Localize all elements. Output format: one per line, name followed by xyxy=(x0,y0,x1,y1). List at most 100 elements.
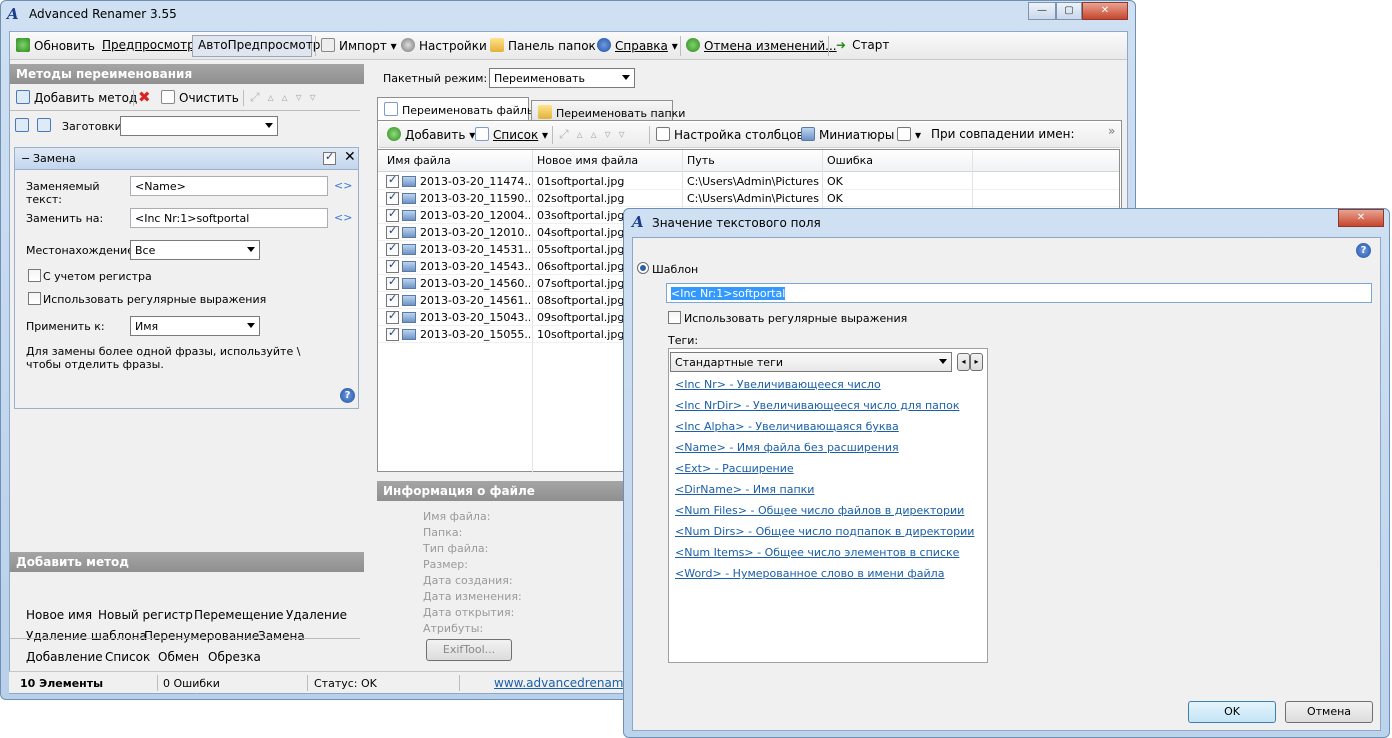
tag-link[interactable]: <Inc Alpha> - Увеличивающаяся буква xyxy=(675,420,899,433)
replace-method-header[interactable]: − Замена ✕ xyxy=(15,148,358,170)
import-menu[interactable]: Импорт ▾ xyxy=(321,38,397,53)
refresh-button[interactable]: Обновить xyxy=(16,38,95,53)
row-checkbox[interactable] xyxy=(386,190,399,205)
ok-button[interactable]: OK xyxy=(1188,701,1276,723)
tag-link[interactable]: <Num Items> - Общее число элементов в сп… xyxy=(675,546,959,559)
help-icon[interactable]: ? xyxy=(1356,243,1371,258)
apply-to-select[interactable]: Имя xyxy=(130,316,260,336)
tag-link[interactable]: <Ext> - Расширение xyxy=(675,462,794,475)
presets-select[interactable] xyxy=(120,116,278,136)
row-checkbox[interactable] xyxy=(386,292,399,307)
folders-panel-button[interactable]: Панель папок xyxy=(490,38,596,53)
tag-link[interactable]: <Inc NrDir> - Увеличивающееся число для … xyxy=(675,399,959,412)
file-icon xyxy=(384,102,398,116)
minimize-button[interactable]: — xyxy=(1028,2,1056,20)
load-preset-icon[interactable] xyxy=(15,118,29,132)
list-menu[interactable]: Список ▾ xyxy=(475,127,548,142)
add-method-item[interactable]: Удаление шаблона xyxy=(26,629,147,643)
row-checkbox[interactable] xyxy=(386,309,399,324)
add-method-item[interactable]: Перенумерование xyxy=(144,629,259,643)
dialog-regex-checkbox[interactable] xyxy=(668,311,681,324)
tags-prev-button[interactable]: ◂ xyxy=(957,353,970,371)
tag-link[interactable]: <Name> - Имя файла без расширения xyxy=(675,441,899,454)
columns-settings-button[interactable]: Настройка столбцов xyxy=(656,127,804,142)
exiftool-button[interactable]: ExifTool... xyxy=(426,639,512,661)
row-checkbox[interactable] xyxy=(386,258,399,273)
row-checkbox[interactable] xyxy=(386,326,399,341)
tab-rename-files[interactable]: Переименовать файлы xyxy=(377,97,536,121)
delete-method-icon[interactable]: ✖ xyxy=(138,88,151,106)
dialog-close-button[interactable]: ✕ xyxy=(1338,209,1384,227)
tag-link[interactable]: <Num Dirs> - Общее число подпапок в дире… xyxy=(675,525,974,538)
undo-button[interactable]: Отмена изменений... xyxy=(686,38,837,53)
tab-rename-folders[interactable]: Переименовать папки xyxy=(531,100,685,122)
row-checkbox[interactable] xyxy=(386,224,399,239)
cancel-button[interactable]: Отмена xyxy=(1285,701,1373,723)
help-menu[interactable]: Справка ▾ xyxy=(597,38,678,53)
overflow-icon[interactable]: » xyxy=(1108,124,1115,138)
autopreview-toggle[interactable]: АвтоПредпросмотр xyxy=(192,35,320,57)
tag-link[interactable]: <DirName> - Имя папки xyxy=(675,483,814,496)
collapse-icon[interactable]: − xyxy=(21,152,30,165)
table-row[interactable]: 2013-03-20_11474... 01softportal.jpg C:\Us… xyxy=(378,173,1119,190)
undo-icon xyxy=(686,38,700,52)
tag-link[interactable]: <Inc Nr> - Увеличивающееся число xyxy=(675,378,881,391)
add-method-button[interactable]: Добавить метод xyxy=(16,90,137,105)
replace-text-input[interactable]: <Name> xyxy=(130,176,328,196)
add-method-item[interactable]: Новый регистр xyxy=(98,608,193,622)
add-method-item[interactable]: Обмен xyxy=(158,650,199,664)
add-method-icon xyxy=(16,90,30,104)
file-info-label: Дата создания: xyxy=(423,574,513,587)
save-preset-icon[interactable] xyxy=(37,118,51,132)
row-checkbox[interactable] xyxy=(386,173,399,188)
row-checkbox[interactable] xyxy=(386,241,399,256)
tag-link[interactable]: <Word> - Нумерованное слово в имени файл… xyxy=(675,567,944,580)
view-icon xyxy=(897,127,911,141)
expand-field-icon[interactable]: <> xyxy=(334,211,352,224)
template-radio[interactable] xyxy=(637,262,649,274)
add-files-menu[interactable]: Добавить ▾ xyxy=(387,127,475,142)
add-method-item[interactable]: Список xyxy=(105,650,150,664)
column-file-name[interactable]: Имя файла xyxy=(387,154,451,167)
thumbnails-button[interactable]: Миниатюры xyxy=(801,127,894,142)
maximize-button[interactable]: ▢ xyxy=(1056,2,1082,20)
row-checkbox[interactable] xyxy=(386,207,399,222)
case-sensitive-checkbox[interactable] xyxy=(28,269,41,282)
start-button[interactable]: ➜ Старт xyxy=(836,38,889,52)
tag-link[interactable]: <Num Files> - Общее число файлов в дирек… xyxy=(675,504,964,517)
batch-mode-select[interactable]: Переименовать xyxy=(489,68,635,88)
settings-button[interactable]: Настройки xyxy=(401,38,487,53)
remove-method-icon[interactable]: ✕ xyxy=(344,149,356,165)
expand-field-icon[interactable]: <> xyxy=(334,179,352,192)
method-enabled-checkbox[interactable] xyxy=(323,150,336,165)
add-method-item[interactable]: Удаление xyxy=(286,608,347,622)
list-icon xyxy=(475,127,489,141)
template-input[interactable]: <Inc Nr:1>softportal xyxy=(666,283,1372,303)
move-arrows-icon: ⤢▵▵▿▿ xyxy=(250,90,324,104)
regex-label: Использовать регулярные выражения xyxy=(43,293,267,306)
website-link[interactable]: www.advancedrenamer xyxy=(494,676,636,690)
row-checkbox[interactable] xyxy=(386,275,399,290)
regex-checkbox[interactable] xyxy=(28,292,41,305)
tags-category-select[interactable]: Стандартные теги xyxy=(670,352,952,372)
methods-panel-header: Методы переименования xyxy=(10,64,364,84)
dialog-client: ? Шаблон <Inc Nr:1>softportal Использова… xyxy=(632,237,1381,731)
location-select[interactable]: Все xyxy=(130,240,260,260)
replace-with-input[interactable]: <Inc Nr:1>softportal xyxy=(130,208,328,228)
help-icon[interactable]: ? xyxy=(340,388,355,403)
view-menu[interactable]: ▾ xyxy=(897,127,921,142)
add-method-item[interactable]: Обрезка xyxy=(208,650,261,664)
add-method-item[interactable]: Перемещение xyxy=(194,608,284,622)
table-row[interactable]: 2013-03-20_11590... 02softportal.jpg C:\Us… xyxy=(378,190,1119,207)
add-method-item[interactable]: Новое имя xyxy=(26,608,92,622)
close-button[interactable]: ✕ xyxy=(1082,2,1128,20)
clear-button[interactable]: Очистить xyxy=(161,90,239,105)
add-method-item[interactable]: Замена xyxy=(258,629,305,643)
column-path[interactable]: Путь xyxy=(687,154,715,167)
tags-next-button[interactable]: ▸ xyxy=(970,353,983,371)
column-error[interactable]: Ошибка xyxy=(827,154,873,167)
preview-button[interactable]: Предпросмотр xyxy=(102,38,195,52)
column-new-name[interactable]: Новое имя файла xyxy=(537,154,638,167)
import-icon xyxy=(321,38,335,52)
add-method-item[interactable]: Добавление xyxy=(26,650,103,664)
